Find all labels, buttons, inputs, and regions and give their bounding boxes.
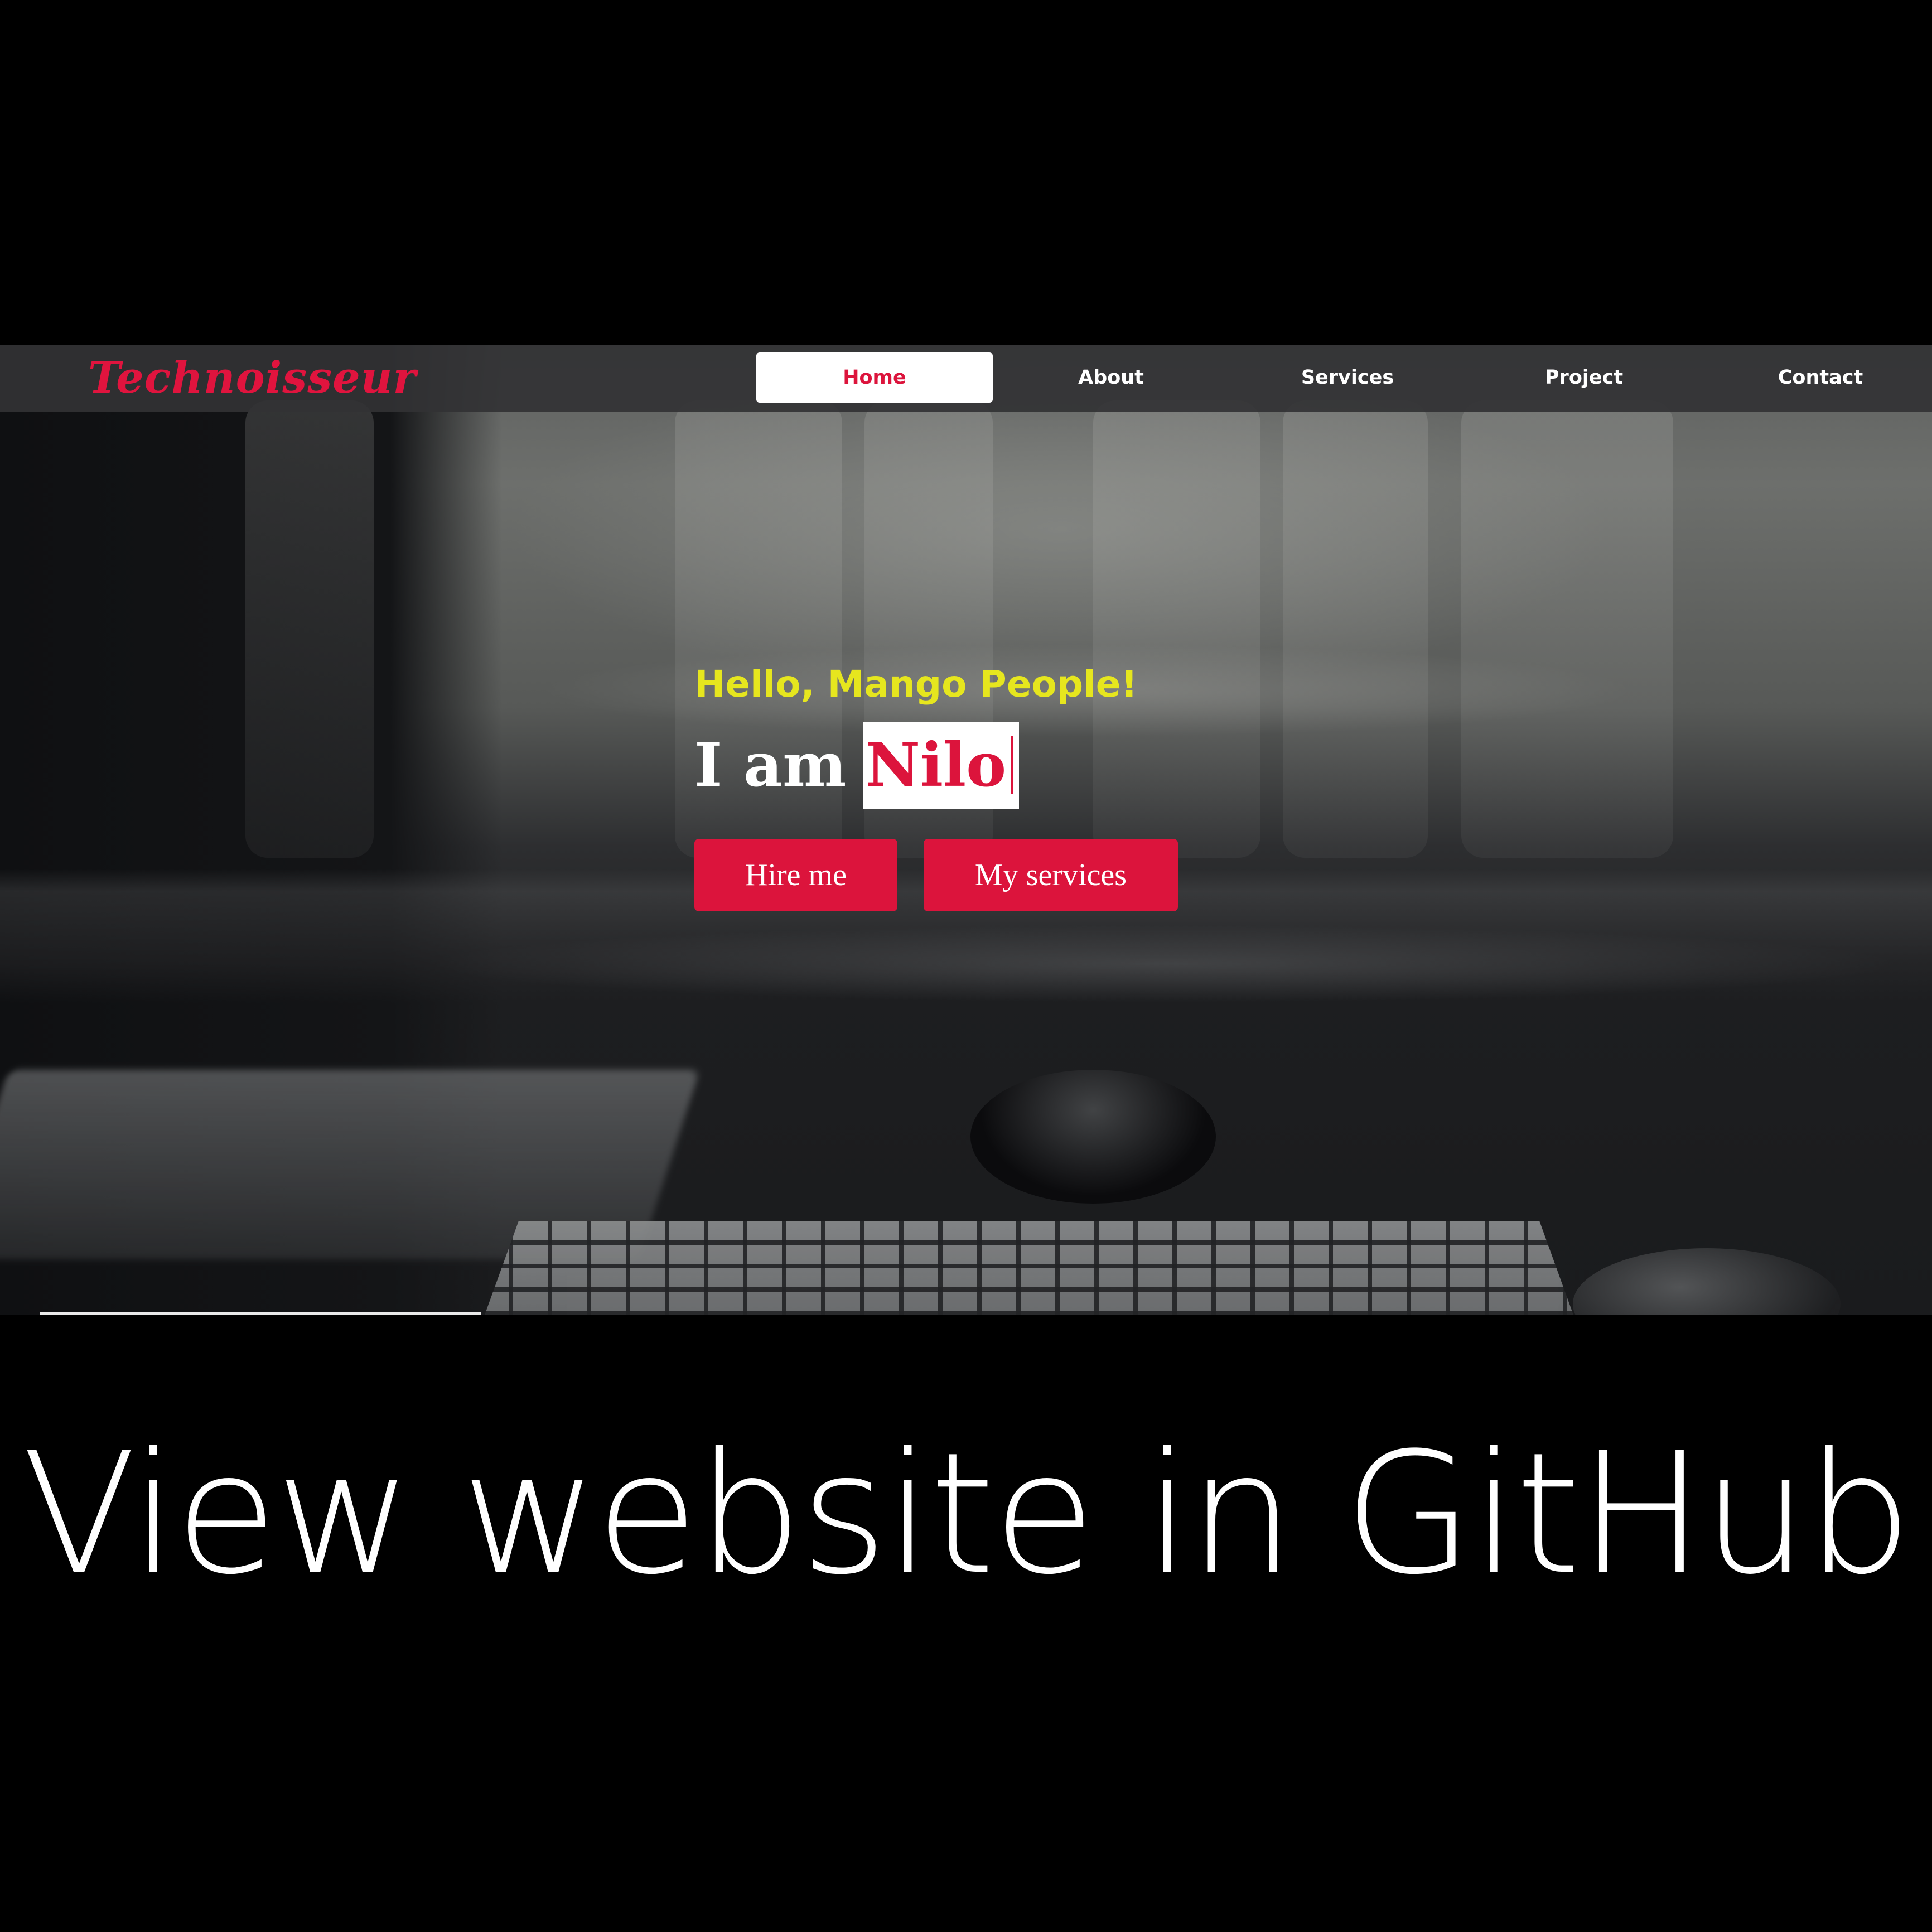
background-cup [970, 1070, 1216, 1204]
site-logo[interactable]: Technoisseur [88, 352, 417, 403]
background-curtain [1283, 400, 1428, 858]
nav-item-project[interactable]: Project [1466, 352, 1702, 403]
scroll-indicator [40, 1312, 481, 1315]
hire-me-button[interactable]: Hire me [694, 839, 897, 911]
background-shelf [424, 925, 1902, 1003]
text-cursor-icon [1011, 736, 1014, 794]
nav-item-contact[interactable]: Contact [1702, 352, 1932, 403]
nav-item-about[interactable]: About [993, 352, 1229, 403]
my-services-button[interactable]: My services [924, 839, 1178, 911]
website-screenshot: Technoisseur Home About Services Project… [0, 345, 1932, 1315]
navbar: Technoisseur Home About Services Project… [0, 345, 1932, 412]
hero-greeting: Hello, Mango People! [694, 663, 1138, 706]
nav-item-services[interactable]: Services [1229, 352, 1466, 403]
typed-name: Nilo [865, 730, 1007, 800]
nav-item-home[interactable]: Home [756, 352, 993, 403]
typed-name-highlight: Nilo [863, 722, 1020, 809]
github-caption: View website in GitHub [22, 1417, 1912, 1611]
headline-prefix: I am [694, 730, 847, 800]
background-keyboard [474, 1221, 1584, 1315]
background-curtain [1093, 400, 1260, 858]
hero-headline: I am Nilo [694, 722, 1020, 809]
background-curtain [245, 400, 374, 858]
background-curtain [1461, 400, 1673, 858]
